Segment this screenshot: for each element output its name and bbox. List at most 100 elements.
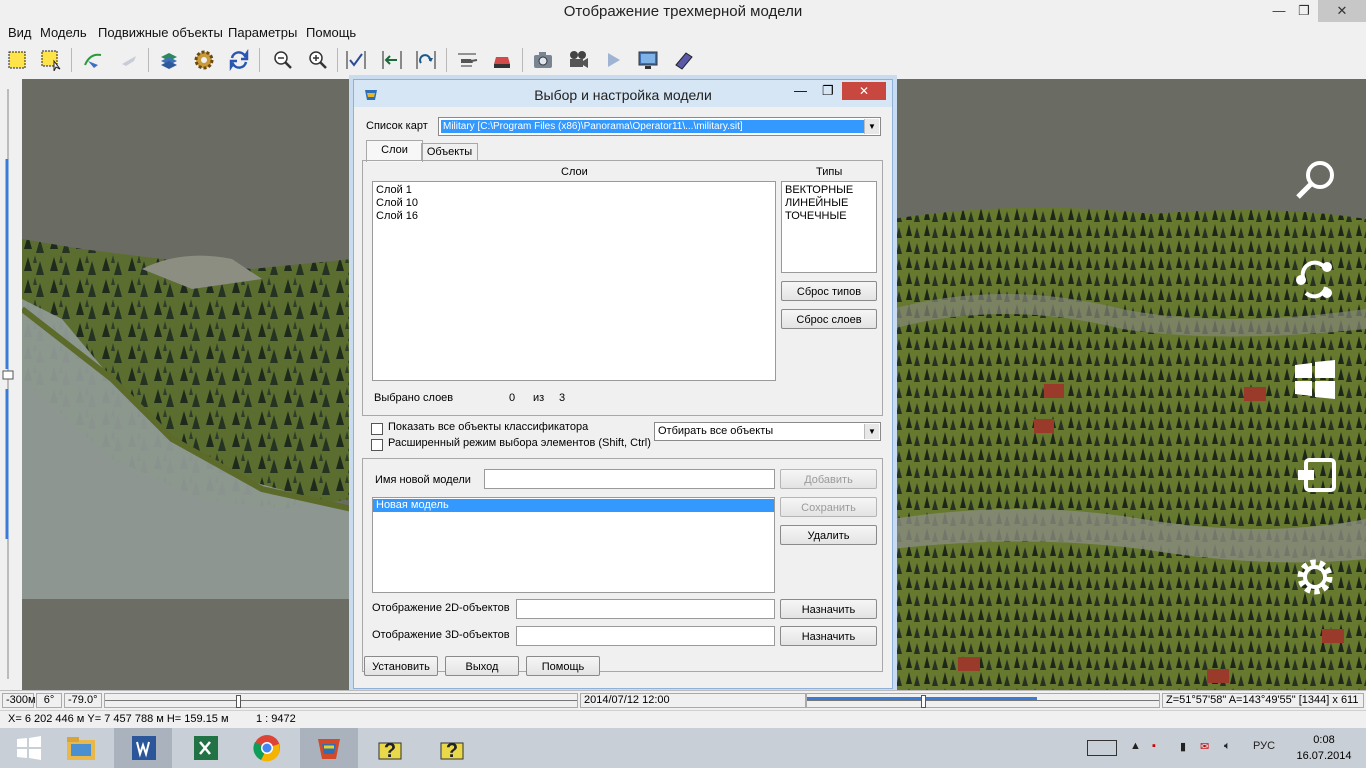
- list-item[interactable]: ВЕКТОРНЫЕ: [782, 184, 876, 197]
- new-model-input[interactable]: [484, 469, 775, 489]
- battery-icon[interactable]: ▮: [1180, 740, 1186, 753]
- chevron-down-icon[interactable]: ▼: [864, 424, 879, 439]
- map-list-select[interactable]: Military [C:\Program Files (x86)\Panoram…: [438, 117, 881, 136]
- language-indicator[interactable]: РУС: [1253, 740, 1275, 752]
- dialog-maximize-button[interactable]: ❐: [822, 83, 834, 99]
- install-button[interactable]: Установить: [364, 656, 438, 676]
- route-plane-icon[interactable]: [80, 47, 106, 73]
- svg-text:?: ?: [446, 740, 458, 762]
- list-item[interactable]: ТОЧЕЧНЫЕ: [782, 210, 876, 223]
- assign-3d-button[interactable]: Назначить: [780, 626, 877, 646]
- time-slider[interactable]: [806, 693, 1160, 708]
- models-list[interactable]: Новая модель: [372, 497, 775, 593]
- types-list[interactable]: ВЕКТОРНЫЕ ЛИНЕЙНЫЕ ТОЧЕЧНЫЕ: [781, 181, 877, 273]
- reset-types-button[interactable]: Сброс типов: [781, 281, 877, 301]
- start-button[interactable]: [0, 728, 58, 768]
- zoom-in-icon[interactable]: [305, 47, 331, 73]
- save-model-button[interactable]: Сохранить: [780, 497, 877, 517]
- display-3d-label: Отображение 3D-объектов: [372, 629, 510, 641]
- panorama-3d-icon[interactable]: [300, 728, 358, 768]
- models-group: Имя новой модели Добавить Новая модель С…: [362, 458, 883, 672]
- display-3d-input[interactable]: [516, 626, 775, 646]
- selected-layers-count: 0: [509, 392, 516, 404]
- help-app-icon-2[interactable]: ?: [424, 728, 482, 768]
- excel-icon[interactable]: [176, 728, 234, 768]
- list-item[interactable]: Слой 16: [373, 210, 775, 223]
- volume-icon[interactable]: 🔈︎: [1224, 740, 1231, 753]
- book-icon[interactable]: [670, 47, 696, 73]
- layers-list[interactable]: Слой 1 Слой 10 Слой 16: [372, 181, 776, 381]
- action-center-icon[interactable]: ✉: [1200, 740, 1209, 753]
- chrome-icon[interactable]: [238, 728, 296, 768]
- select-rect-icon[interactable]: [4, 47, 30, 73]
- tray-chevron-icon[interactable]: ▲: [1130, 740, 1141, 752]
- help-button[interactable]: Помощь: [526, 656, 600, 676]
- angle2-readout: -79.0°: [64, 693, 102, 708]
- menu-help[interactable]: Помощь: [306, 25, 356, 40]
- settings-gear-icon[interactable]: [191, 47, 217, 73]
- tab-layers[interactable]: Слои: [366, 140, 423, 162]
- delete-model-button[interactable]: Удалить: [780, 525, 877, 545]
- layers-tab-panel: Слои Типы Слой 1 Слой 10 Слой 16 ВЕКТОРН…: [362, 160, 883, 416]
- refresh-icon[interactable]: [226, 47, 252, 73]
- new-model-label: Имя новой модели: [375, 474, 471, 486]
- window-title: Отображение трехмерной модели: [563, 3, 803, 20]
- return-view-icon[interactable]: [413, 47, 439, 73]
- plane-disabled-icon[interactable]: [116, 47, 142, 73]
- camera-icon[interactable]: [530, 47, 556, 73]
- menu-moving-objects[interactable]: Подвижные объекты: [98, 25, 223, 40]
- search-icon[interactable]: [1285, 150, 1345, 210]
- vertical-ruler[interactable]: [0, 79, 23, 690]
- status-bar-bottom: X= 6 202 446 м Y= 7 457 788 м H= 159.15 …: [0, 710, 1366, 729]
- list-item[interactable]: ЛИНЕЙНЫЕ: [782, 197, 876, 210]
- exit-button[interactable]: Выход: [445, 656, 519, 676]
- helicopter-icon[interactable]: [454, 47, 480, 73]
- share-icon[interactable]: [1285, 250, 1345, 310]
- list-item[interactable]: Новая модель: [373, 499, 774, 512]
- map-list-label: Список карт: [366, 120, 428, 132]
- move-left-icon[interactable]: [379, 47, 405, 73]
- display-2d-input[interactable]: [516, 599, 775, 619]
- clock[interactable]: 0:08 16.07.2014: [1286, 732, 1362, 764]
- extended-mode-checkbox[interactable]: [371, 439, 383, 451]
- filter-objects-select[interactable]: Отбирать все объекты ▼: [654, 422, 881, 441]
- datetime-readout: 2014/07/12 12:00: [580, 693, 806, 708]
- tab-objects[interactable]: Объекты: [421, 143, 478, 161]
- dialog-minimize-button[interactable]: —: [794, 83, 807, 98]
- network-icon[interactable]: ▪: [1152, 740, 1156, 752]
- zoom-out-icon[interactable]: [270, 47, 296, 73]
- total-layers-count: 3: [559, 392, 566, 404]
- chevron-down-icon[interactable]: ▼: [864, 119, 879, 134]
- menu-model[interactable]: Модель: [40, 25, 87, 40]
- devices-icon[interactable]: [1285, 447, 1345, 507]
- start-icon[interactable]: [1285, 350, 1345, 410]
- file-explorer-icon[interactable]: [52, 728, 110, 768]
- assign-2d-button[interactable]: Назначить: [780, 599, 877, 619]
- word-icon[interactable]: [114, 728, 172, 768]
- list-item[interactable]: Слой 10: [373, 197, 775, 210]
- keyboard-icon[interactable]: [1087, 740, 1117, 756]
- list-item[interactable]: Слой 1: [373, 184, 775, 197]
- play-icon[interactable]: [600, 47, 626, 73]
- angle1-readout: 6°: [36, 693, 62, 708]
- monitor-icon[interactable]: [635, 47, 661, 73]
- select-frame-icon[interactable]: [38, 47, 64, 73]
- settings-icon[interactable]: [1285, 547, 1345, 607]
- clock-time: 0:08: [1313, 734, 1335, 746]
- dialog-title: Выбор и настройка модели: [534, 87, 712, 103]
- maximize-button[interactable]: ❐: [1287, 0, 1321, 22]
- close-button[interactable]: ✕: [1318, 0, 1366, 22]
- layers-icon[interactable]: [156, 47, 182, 73]
- menu-parameters[interactable]: Параметры: [228, 25, 297, 40]
- vehicle-icon[interactable]: [489, 47, 515, 73]
- show-all-objects-checkbox[interactable]: [371, 423, 383, 435]
- help-app-icon[interactable]: ?: [362, 728, 420, 768]
- add-model-button[interactable]: Добавить: [780, 469, 877, 489]
- dialog-close-button[interactable]: ✕: [842, 82, 886, 100]
- video-camera-icon[interactable]: [565, 47, 591, 73]
- types-header: Типы: [816, 166, 843, 178]
- position-slider[interactable]: [104, 693, 578, 708]
- reset-layers-button[interactable]: Сброс слоев: [781, 309, 877, 329]
- check-view-icon[interactable]: [343, 47, 369, 73]
- menu-view[interactable]: Вид: [8, 25, 32, 40]
